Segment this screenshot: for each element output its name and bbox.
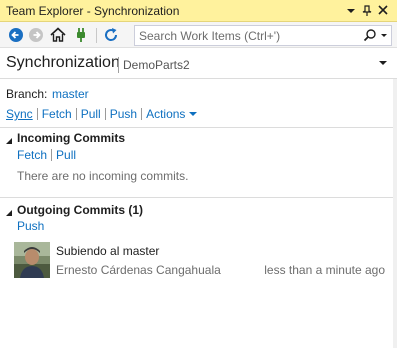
branch-name-link[interactable]: master [52, 87, 89, 101]
link-separator [51, 149, 53, 161]
actions-chevron-down-icon[interactable] [189, 112, 198, 116]
commit-author: Ernesto Cárdenas Cangahuala [56, 263, 221, 277]
chevron-down-icon[interactable] [379, 28, 389, 43]
forward-icon[interactable] [27, 26, 45, 44]
outgoing-actions: Push [17, 219, 44, 233]
collapse-triangle-icon[interactable] [5, 134, 13, 144]
collapse-triangle-icon[interactable] [5, 206, 13, 216]
fetch-link[interactable]: Fetch [42, 107, 72, 121]
toolbar-separator [96, 28, 97, 43]
home-icon[interactable] [49, 26, 67, 44]
page-menu-chevron-icon[interactable] [376, 56, 390, 70]
sync-actions: Sync Fetch Pull Push Actions [6, 107, 198, 121]
search-icon[interactable] [363, 28, 377, 43]
title-divider [118, 57, 119, 73]
link-separator [75, 108, 77, 120]
toolbar [0, 22, 397, 48]
incoming-pull-link[interactable]: Pull [56, 148, 76, 162]
back-icon[interactable] [7, 26, 25, 44]
close-icon[interactable] [376, 3, 390, 18]
section-divider [0, 127, 397, 128]
push-link[interactable]: Push [110, 107, 137, 121]
window-title: Team Explorer - Synchronization [6, 4, 180, 18]
scrollbar[interactable] [393, 79, 397, 348]
incoming-commits-title[interactable]: Incoming Commits [17, 131, 125, 145]
pull-link[interactable]: Pull [81, 107, 101, 121]
commit-list-item[interactable]: Subiendo al master Ernesto Cárdenas Cang… [14, 240, 392, 280]
commit-message: Subiendo al master [56, 244, 160, 258]
header-divider [0, 78, 397, 79]
search-input[interactable] [139, 27, 361, 44]
branch-label: Branch: [6, 87, 48, 101]
page-title: Synchronization [6, 54, 120, 71]
refresh-icon[interactable] [102, 26, 120, 44]
link-separator [36, 108, 38, 120]
sync-link[interactable]: Sync [6, 107, 33, 121]
incoming-empty-message: There are no incoming commits. [17, 169, 189, 183]
link-separator [141, 108, 143, 120]
outgoing-push-link[interactable]: Push [17, 219, 44, 233]
connect-icon[interactable] [72, 26, 90, 44]
incoming-fetch-link[interactable]: Fetch [17, 148, 47, 162]
outgoing-commits-title[interactable]: Outgoing Commits (1) [17, 203, 143, 217]
repository-name: DemoParts2 [123, 58, 190, 72]
incoming-actions: Fetch Pull [17, 148, 76, 162]
avatar [14, 242, 50, 278]
link-separator [104, 108, 106, 120]
commit-time: less than a minute ago [264, 263, 385, 277]
search-box[interactable] [134, 25, 392, 46]
branch-row: Branch: master [6, 87, 89, 101]
window-titlebar: Team Explorer - Synchronization [0, 0, 397, 22]
window-dropdown-icon[interactable] [344, 3, 358, 18]
pin-icon[interactable] [360, 3, 374, 18]
section-divider [0, 197, 397, 198]
actions-menu[interactable]: Actions [146, 107, 185, 121]
